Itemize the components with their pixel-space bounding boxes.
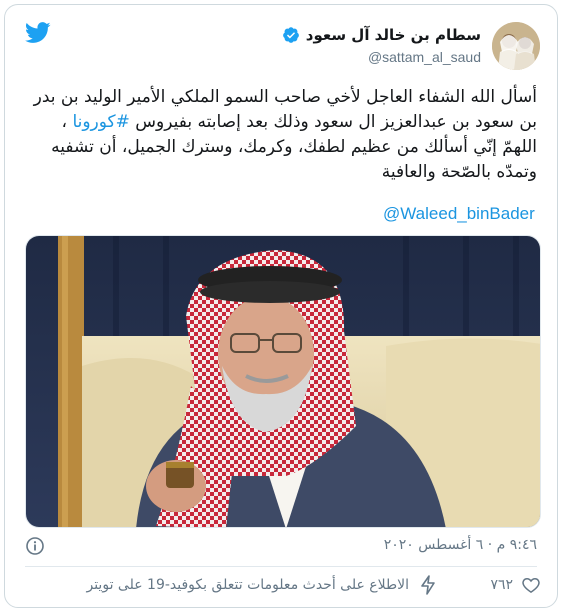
like-button[interactable]: ٧٦٢ [490, 575, 541, 595]
avatar-image [492, 22, 540, 70]
lightning-bolt-icon [421, 575, 435, 595]
avatar[interactable] [492, 22, 540, 70]
author-handle[interactable]: @sattam_al_saud [368, 49, 481, 65]
like-count: ٧٦٢ [490, 577, 513, 593]
heart-icon [522, 577, 540, 593]
tweet-photo-image [26, 236, 540, 527]
verified-badge-icon [282, 27, 299, 43]
author-name-row[interactable]: سطام بن خالد آل سعود [282, 26, 481, 44]
tweet-card: سطام بن خالد آل سعود @sattam_al_saud أسأ… [4, 4, 558, 608]
tweet-text: أسأل الله الشفاء العاجل لأخي صاحب السمو … [25, 85, 537, 185]
mention-link[interactable]: @Waleed_binBader [383, 204, 535, 224]
tweet-timestamp[interactable]: ٩:٤٦ م · ٦ أغسطس ٢٠٢٠ [384, 537, 537, 553]
covid-info-link[interactable]: الاطلاع على أحدث معلومات تتعلق بكوفيد-19… [86, 575, 437, 595]
info-icon[interactable] [25, 536, 45, 556]
tweet-photo[interactable] [25, 235, 541, 528]
twitter-bird-icon[interactable] [25, 22, 51, 44]
author-display-name[interactable]: سطام بن خالد آل سعود [306, 26, 481, 44]
covid-info-text: الاطلاع على أحدث معلومات تتعلق بكوفيد-19… [86, 577, 409, 593]
footer-divider [25, 566, 537, 567]
hashtag-link[interactable]: #كورونا [72, 112, 129, 132]
